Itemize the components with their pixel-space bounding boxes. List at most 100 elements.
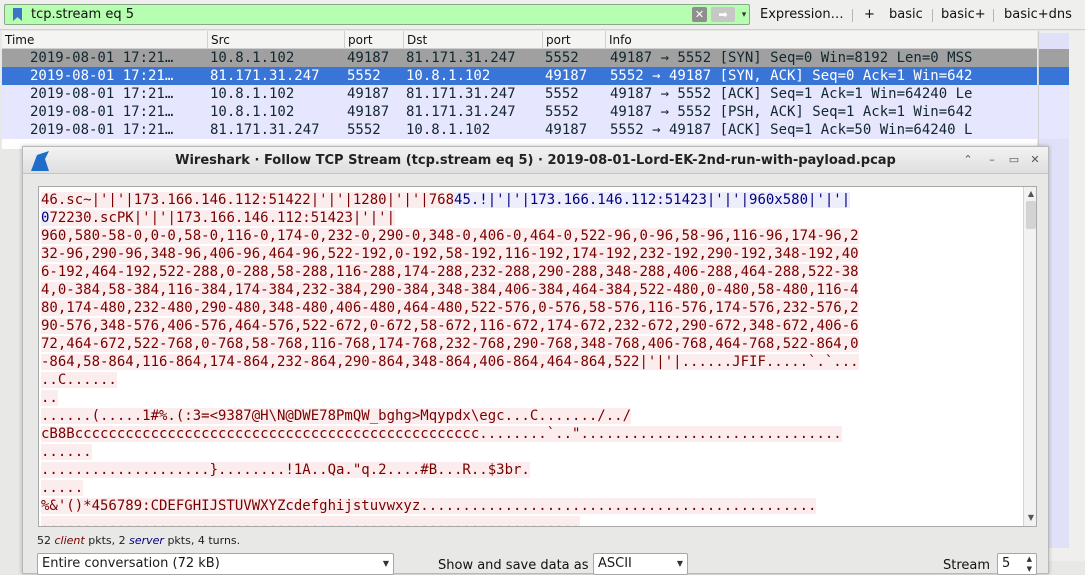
client-data: 960,580-58-0,0-0,58-0,116-0,174-0,232-0,… — [41, 228, 859, 244]
client-data: ..... — [41, 480, 84, 496]
client-data: 6-192,464-192,522-288,0-288,58-288,116-2… — [41, 264, 859, 280]
stream-line: ......(.....1#%.(:3=<9387@H\N@DWE78PmQW_… — [41, 407, 1016, 425]
close-icon[interactable]: ✕ — [1028, 153, 1042, 167]
stream-line: -864,58-864,116-864,174-864,232-864,290-… — [41, 353, 1016, 371]
stream-scrollbar-thumb[interactable] — [1026, 201, 1036, 229]
cell-time: 2019-08-01 17:21… — [30, 68, 174, 84]
chevron-down-icon[interactable]: ▾ — [738, 8, 750, 22]
cell-info: 49187 → 5552 [PSH, ACK] Seq=1 Ack=1 Win=… — [610, 104, 973, 120]
stats-turns-text: pkts, 4 turns. — [167, 534, 241, 547]
column-header-dst[interactable]: Dst — [404, 31, 543, 49]
client-packet-count: 52 — [37, 534, 51, 547]
show-data-as-label: Show and save data as — [438, 558, 589, 573]
stream-line: .. — [41, 389, 1016, 407]
packet-row-marker — [1039, 67, 1069, 85]
cell-dst-port: 5552 — [545, 104, 579, 120]
column-header-src[interactable]: Src — [208, 31, 345, 49]
filter-button-basic-dns[interactable]: basic+dns — [1004, 6, 1072, 24]
stream-line: ...... — [41, 443, 1016, 461]
cell-src: 81.171.31.247 — [210, 122, 320, 138]
stream-line: ........................................… — [41, 515, 1016, 526]
stream-number-spinner[interactable]: 5 ▲ ▼ — [997, 553, 1037, 575]
dialog-titlebar[interactable]: Wireshark · Follow TCP Stream (tcp.strea… — [23, 147, 1048, 174]
cell-src-port: 5552 — [347, 68, 381, 84]
column-header-dst-port[interactable]: port — [543, 31, 606, 49]
client-data: ......(.....1#%.(:3=<9387@H\N@DWE78PmQW_… — [41, 408, 632, 424]
expression-button[interactable]: Expression… — [760, 6, 844, 24]
stream-line: 72,464-672,522-768,0-768,58-768,116-768,… — [41, 335, 1016, 353]
up-icon[interactable]: ⌃ — [961, 153, 975, 167]
stream-line: 072230.scPK|'|'|173.166.146.112:51423|'|… — [41, 209, 1016, 227]
packet-row-marker — [1039, 85, 1069, 103]
scroll-down-icon[interactable]: ▼ — [1026, 513, 1036, 523]
cell-src: 10.8.1.102 — [210, 104, 295, 120]
client-data: 32-96,290-96,348-96,406-96,464-96,522-19… — [41, 246, 859, 262]
cell-dst: 81.171.31.247 — [406, 50, 516, 66]
cell-time: 2019-08-01 17:21… — [30, 86, 174, 102]
cell-time: 2019-08-01 17:21… — [30, 104, 174, 120]
cell-info: 5552 → 49187 [SYN, ACK] Seq=0 Ack=1 Win=… — [610, 68, 973, 84]
clear-icon[interactable]: ✕ — [692, 7, 707, 22]
display-filter-box[interactable]: tcp.stream eq 5 ✕ ➡ ▾ — [4, 4, 750, 25]
client-data: ...... — [41, 444, 92, 460]
stream-scrollbar[interactable]: ▲ ▼ — [1023, 187, 1036, 526]
packet-list-header: Time Src port Dst port Info — [2, 31, 1037, 49]
client-data: 72,464-672,522-768,0-768,58-768,116-768,… — [41, 336, 859, 352]
cell-src-port: 5552 — [347, 122, 381, 138]
packet-row-marker — [1039, 49, 1069, 67]
client-data: ..C...... — [41, 372, 117, 388]
data-format-select[interactable]: ASCII ▼ — [593, 553, 688, 575]
cell-time: 2019-08-01 17:21… — [30, 122, 174, 138]
minimize-icon[interactable]: – — [985, 153, 999, 167]
maximize-icon[interactable]: ▭ — [1007, 153, 1021, 167]
stream-line: 46.sc~|'|'|173.166.146.112:51422|'|'|128… — [41, 191, 1016, 209]
stream-stats: 52 client pkts, 2 server pkts, 4 turns. — [37, 534, 240, 548]
toolbar-separator — [993, 9, 994, 22]
packet-list: Time Src port Dst port Info 2019-08-01 1… — [2, 31, 1037, 149]
client-data: -864,58-864,116-864,174-864,232-864,290-… — [41, 354, 859, 370]
cell-info: 49187 → 5552 [ACK] Seq=1 Ack=1 Win=64240… — [610, 86, 973, 102]
stream-text: 46.sc~|'|'|173.166.146.112:51422|'|'|128… — [41, 191, 1016, 526]
client-data: 4,0-384,58-384,116-384,174-384,232-384,2… — [41, 282, 859, 298]
filter-button-basic[interactable]: basic — [889, 6, 923, 24]
client-data: 46.sc~|'|'|173.166.146.112:51422|'|'|128… — [41, 192, 455, 208]
cell-src: 10.8.1.102 — [210, 86, 295, 102]
bookmark-icon[interactable] — [13, 8, 22, 21]
server-label: server — [129, 534, 164, 547]
column-header-src-port[interactable]: port — [345, 31, 404, 49]
dialog-title: Wireshark · Follow TCP Stream (tcp.strea… — [175, 153, 896, 168]
cell-dst-port: 5552 — [545, 50, 579, 66]
column-header-info[interactable]: Info — [606, 31, 1037, 49]
spinner-arrows-icon[interactable]: ▲ ▼ — [1027, 554, 1032, 574]
follow-tcp-stream-dialog: Wireshark · Follow TCP Stream (tcp.strea… — [22, 146, 1049, 575]
packet-row[interactable]: 2019-08-01 17:21… 81.171.31.247 5552 10.8.1… — [2, 67, 1037, 85]
display-filter-input[interactable]: tcp.stream eq 5 — [31, 6, 681, 23]
cell-src-port: 49187 — [347, 50, 390, 66]
add-filter-button[interactable]: + — [864, 6, 875, 24]
client-data: cB8Bcccccccccccccccccccccccccccccccccccc… — [41, 426, 842, 442]
client-data: ....................}........!1A..Qa."q.… — [41, 462, 530, 478]
client-data: 80,174-480,232-480,290-480,348-480,406-4… — [41, 300, 859, 316]
stream-content-pane[interactable]: 46.sc~|'|'|173.166.146.112:51422|'|'|128… — [38, 186, 1037, 527]
packet-row[interactable]: 2019-08-01 17:21… 10.8.1.102 49187 81.171.3… — [2, 103, 1037, 121]
cell-dst: 81.171.31.247 — [406, 86, 516, 102]
cell-src-port: 49187 — [347, 86, 390, 102]
packet-row[interactable]: 2019-08-01 17:21… 10.8.1.102 49187 81.171.3… — [2, 85, 1037, 103]
column-header-time[interactable]: Time — [2, 31, 208, 49]
stream-number-label: Stream — [943, 558, 991, 573]
scroll-up-icon[interactable]: ▲ — [1026, 189, 1036, 199]
stream-line: ....................}........!1A..Qa."q.… — [41, 461, 1016, 479]
filter-button-basic-plus[interactable]: basic+ — [941, 6, 986, 24]
packet-row[interactable]: 2019-08-01 17:21… 10.8.1.102 49187 81.171.3… — [2, 49, 1037, 67]
chevron-down-icon: ▼ — [382, 559, 389, 568]
packet-row[interactable]: 2019-08-01 17:21… 81.171.31.247 5552 10.8.1… — [2, 121, 1037, 139]
stream-number-value: 5 — [1002, 556, 1011, 571]
stats-pkts-text: pkts, — [88, 534, 116, 547]
toolbar-separator — [932, 9, 933, 22]
client-data: 90-576,348-576,406-576,464-576,522-672,0… — [41, 318, 859, 334]
display-filter-toolbar: tcp.stream eq 5 ✕ ➡ ▾ Expression… + basi… — [0, 0, 1085, 30]
cell-dst: 10.8.1.102 — [406, 122, 491, 138]
conversation-select[interactable]: Entire conversation (72 kB) ▼ — [37, 553, 394, 575]
apply-arrow-icon[interactable]: ➡ — [711, 7, 735, 22]
stream-line: ..C...... — [41, 371, 1016, 389]
